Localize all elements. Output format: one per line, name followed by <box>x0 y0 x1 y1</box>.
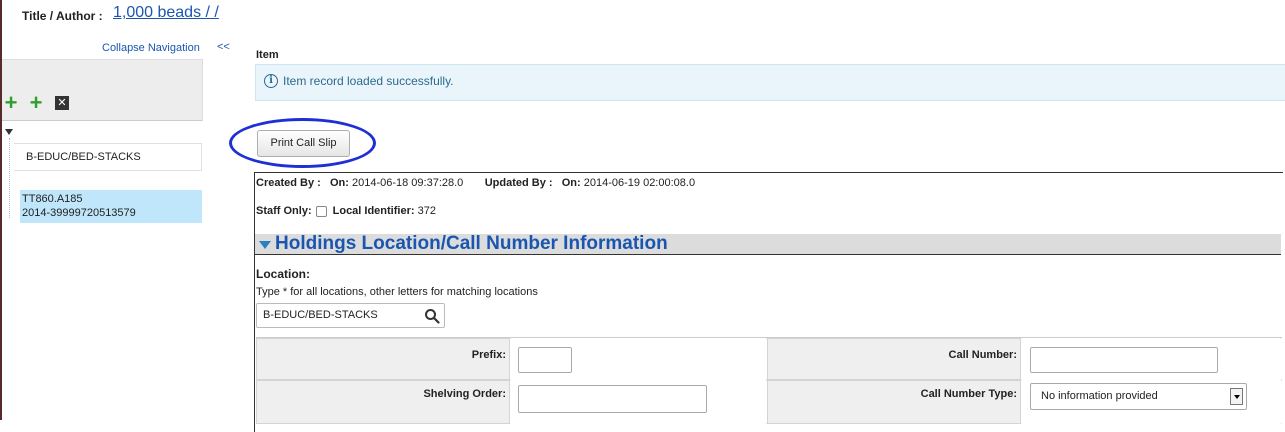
updated-on-value: 2014-06-19 02:00:08.0 <box>583 177 696 189</box>
prefix-label: Prefix: <box>471 349 506 361</box>
section-collapse-caret-icon[interactable] <box>259 241 271 249</box>
collapse-arrows-icon[interactable]: << <box>217 41 230 53</box>
call-number-input[interactable] <box>1030 347 1218 373</box>
tree-holding-node[interactable]: B-EDUC/BED-STACKS <box>14 143 202 171</box>
title-author-link[interactable]: 1,000 beads / / <box>113 4 219 22</box>
prefix-input[interactable] <box>518 347 572 373</box>
section-title: Holdings Location/Call Number Informatio… <box>275 233 668 254</box>
call-number-grid: Prefix: Call Number: Shelving Order: Cal… <box>256 337 1282 427</box>
holdings-section-header[interactable]: Holdings Location/Call Number Informatio… <box>255 233 1281 255</box>
location-label: Location: <box>256 267 310 281</box>
info-icon: i <box>264 74 278 88</box>
record-meta: Created By : On: 2014-06-18 09:37:28.0 U… <box>256 177 695 189</box>
call-number-type-label: Call Number Type: <box>920 388 1017 400</box>
staff-only-row: Staff Only: Local Identifier: 372 <box>256 205 436 217</box>
chevron-down-icon[interactable] <box>1230 388 1243 405</box>
annotation-ellipse <box>229 118 376 168</box>
location-input[interactable]: B-EDUC/BED-STACKS <box>256 303 445 328</box>
add-holding-icon[interactable]: + <box>4 92 18 114</box>
tree-item-call-number: TT860.A185 <box>22 193 83 205</box>
created-on-label: On: <box>329 177 349 189</box>
tree-item-node[interactable]: TT860.A185 2014-39999720513579 <box>20 190 202 223</box>
alert-message: Item record loaded successfully. <box>283 74 454 88</box>
local-identifier-value: 372 <box>417 205 436 217</box>
tree-item-barcode: 2014-39999720513579 <box>22 207 136 219</box>
title-author-label: Title / Author : <box>22 9 103 23</box>
shelving-order-input[interactable] <box>518 385 707 413</box>
location-value: B-EDUC/BED-STACKS <box>263 309 378 321</box>
item-heading: Item <box>256 49 279 61</box>
call-number-type-select[interactable]: No information provided <box>1030 383 1247 410</box>
add-item-icon[interactable]: + <box>29 92 43 114</box>
local-identifier-label: Local Identifier: <box>332 205 415 217</box>
tree-expand-caret-icon[interactable] <box>5 129 13 135</box>
tree-connector <box>9 138 10 218</box>
updated-on-label: On: <box>561 177 581 189</box>
created-by-label: Created By : <box>256 177 321 189</box>
location-hint: Type * for all locations, other letters … <box>256 286 538 298</box>
updated-by-label: Updated By : <box>484 177 553 189</box>
success-alert: i Item record loaded successfully. <box>255 64 1285 101</box>
search-icon[interactable] <box>424 308 440 324</box>
staff-only-label: Staff Only: <box>256 205 312 217</box>
shelving-order-label: Shelving Order: <box>423 388 506 400</box>
call-number-label: Call Number: <box>948 349 1017 361</box>
call-number-type-value: No information provided <box>1041 390 1158 402</box>
collapse-navigation-link[interactable]: Collapse Navigation <box>102 42 200 54</box>
staff-only-checkbox[interactable] <box>315 205 327 217</box>
delete-icon[interactable]: ✕ <box>55 96 69 110</box>
created-on-value: 2014-06-18 09:37:28.0 <box>351 177 464 189</box>
